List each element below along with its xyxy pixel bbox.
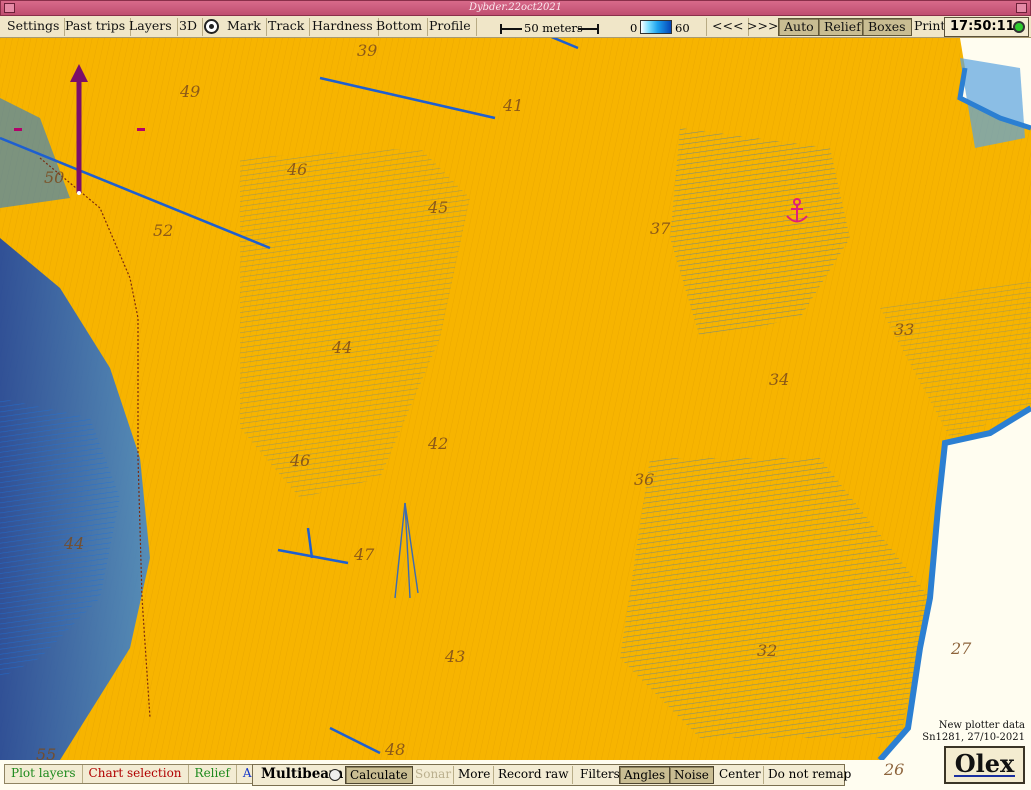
depth-label: 44: [64, 534, 85, 553]
depth-label: 49: [180, 82, 201, 101]
plotter-status-line2: Sn1281, 27/10-2021: [922, 732, 1025, 743]
clock-time: 17:50:11: [950, 19, 1015, 34]
filters-label: Filters: [580, 767, 620, 781]
depth-label: 32: [757, 641, 778, 660]
depth-label: 41: [503, 96, 524, 115]
layers-button[interactable]: Layers: [124, 18, 178, 36]
calculate-button[interactable]: Calculate: [345, 766, 413, 784]
depth-label: 45: [428, 198, 449, 217]
do-not-remap-button[interactable]: Do not remap: [763, 766, 855, 784]
depth-min-label: 0: [630, 21, 638, 35]
depth-label: 34: [769, 370, 790, 389]
depth-label: 26: [884, 760, 905, 779]
depth-label: 52: [153, 221, 174, 240]
window-maximize-icon[interactable]: [1016, 3, 1027, 13]
olex-logo-text: Olex: [954, 749, 1015, 778]
center-button[interactable]: Center: [715, 766, 765, 784]
hardness-button[interactable]: Hardness: [307, 18, 379, 36]
settings-button[interactable]: Settings: [2, 18, 66, 36]
top-toolbar: Settings Past trips Layers 3D Mark Track…: [0, 16, 1031, 38]
clock-display: 17:50:11: [944, 17, 1029, 37]
depth-label: 44: [332, 338, 353, 357]
boxes-toggle[interactable]: Boxes: [862, 18, 912, 36]
mark-left-2: [137, 128, 145, 131]
auto-toggle[interactable]: Auto: [778, 18, 820, 36]
noise-toggle[interactable]: Noise: [669, 766, 714, 784]
depth-label: 55: [36, 745, 57, 760]
olex-logo[interactable]: Olex: [944, 746, 1025, 784]
depth-label: 43: [445, 647, 466, 666]
more-button[interactable]: More: [453, 766, 494, 784]
window-titlebar: Dybder.22oct2021: [0, 0, 1031, 16]
depth-label: 46: [290, 451, 311, 470]
gps-status-icon: [1013, 21, 1025, 33]
bottom-button[interactable]: Bottom: [371, 18, 429, 36]
depth-label: 39: [357, 41, 378, 60]
target-circle-icon[interactable]: [204, 19, 219, 34]
layer-toolbar: Plot layers Chart selection Relief AIS: [4, 764, 272, 784]
track-button[interactable]: Track: [263, 18, 311, 36]
depth-label: 47: [354, 545, 375, 564]
sonar-button[interactable]: Sonar: [411, 766, 455, 784]
depth-label: 42: [428, 434, 449, 453]
mark-left-1: [14, 128, 22, 131]
relief-layer-button[interactable]: Relief: [189, 765, 237, 783]
plotter-status: New plotter data Sn1281, 27/10-2021: [922, 720, 1025, 744]
profile-button[interactable]: Profile: [424, 18, 477, 36]
chart-selection-button[interactable]: Chart selection: [83, 765, 189, 783]
depth-label: 50: [44, 168, 65, 187]
bathymetry-map[interactable]: 39 49 41 46 50 45 52 37 33 44 34 42 46 3…: [0, 38, 1031, 760]
depth-label: 33: [894, 320, 915, 339]
window-title: Dybder.22oct2021: [468, 2, 563, 13]
map-canvas: [0, 38, 1031, 760]
multibeam-toolbar: Multibeam Calculate Sonar More Record ra…: [252, 764, 851, 786]
relief-toggle[interactable]: Relief: [818, 18, 867, 36]
depth-label: 36: [634, 470, 655, 489]
depth-label: 46: [287, 160, 308, 179]
scale-bar: 50 meters: [500, 21, 600, 35]
multibeam-status-icon[interactable]: [329, 769, 341, 781]
depth-color-scale: [640, 20, 672, 34]
depth-max-label: 60: [675, 21, 690, 35]
record-raw-button[interactable]: Record raw: [493, 766, 574, 784]
mark-button[interactable]: Mark: [222, 18, 267, 36]
scale-label: 50 meters: [524, 21, 583, 35]
angles-toggle[interactable]: Angles: [619, 766, 671, 784]
past-trips-button[interactable]: Past trips: [60, 18, 132, 36]
depth-label: 37: [650, 219, 671, 238]
plot-layers-button[interactable]: Plot layers: [5, 765, 83, 783]
depth-label: 48: [385, 740, 406, 759]
3d-button[interactable]: 3D: [174, 18, 203, 36]
plotter-status-line1: New plotter data: [938, 720, 1025, 731]
depth-label: 27: [951, 639, 972, 658]
window-menu-icon[interactable]: [4, 3, 15, 13]
